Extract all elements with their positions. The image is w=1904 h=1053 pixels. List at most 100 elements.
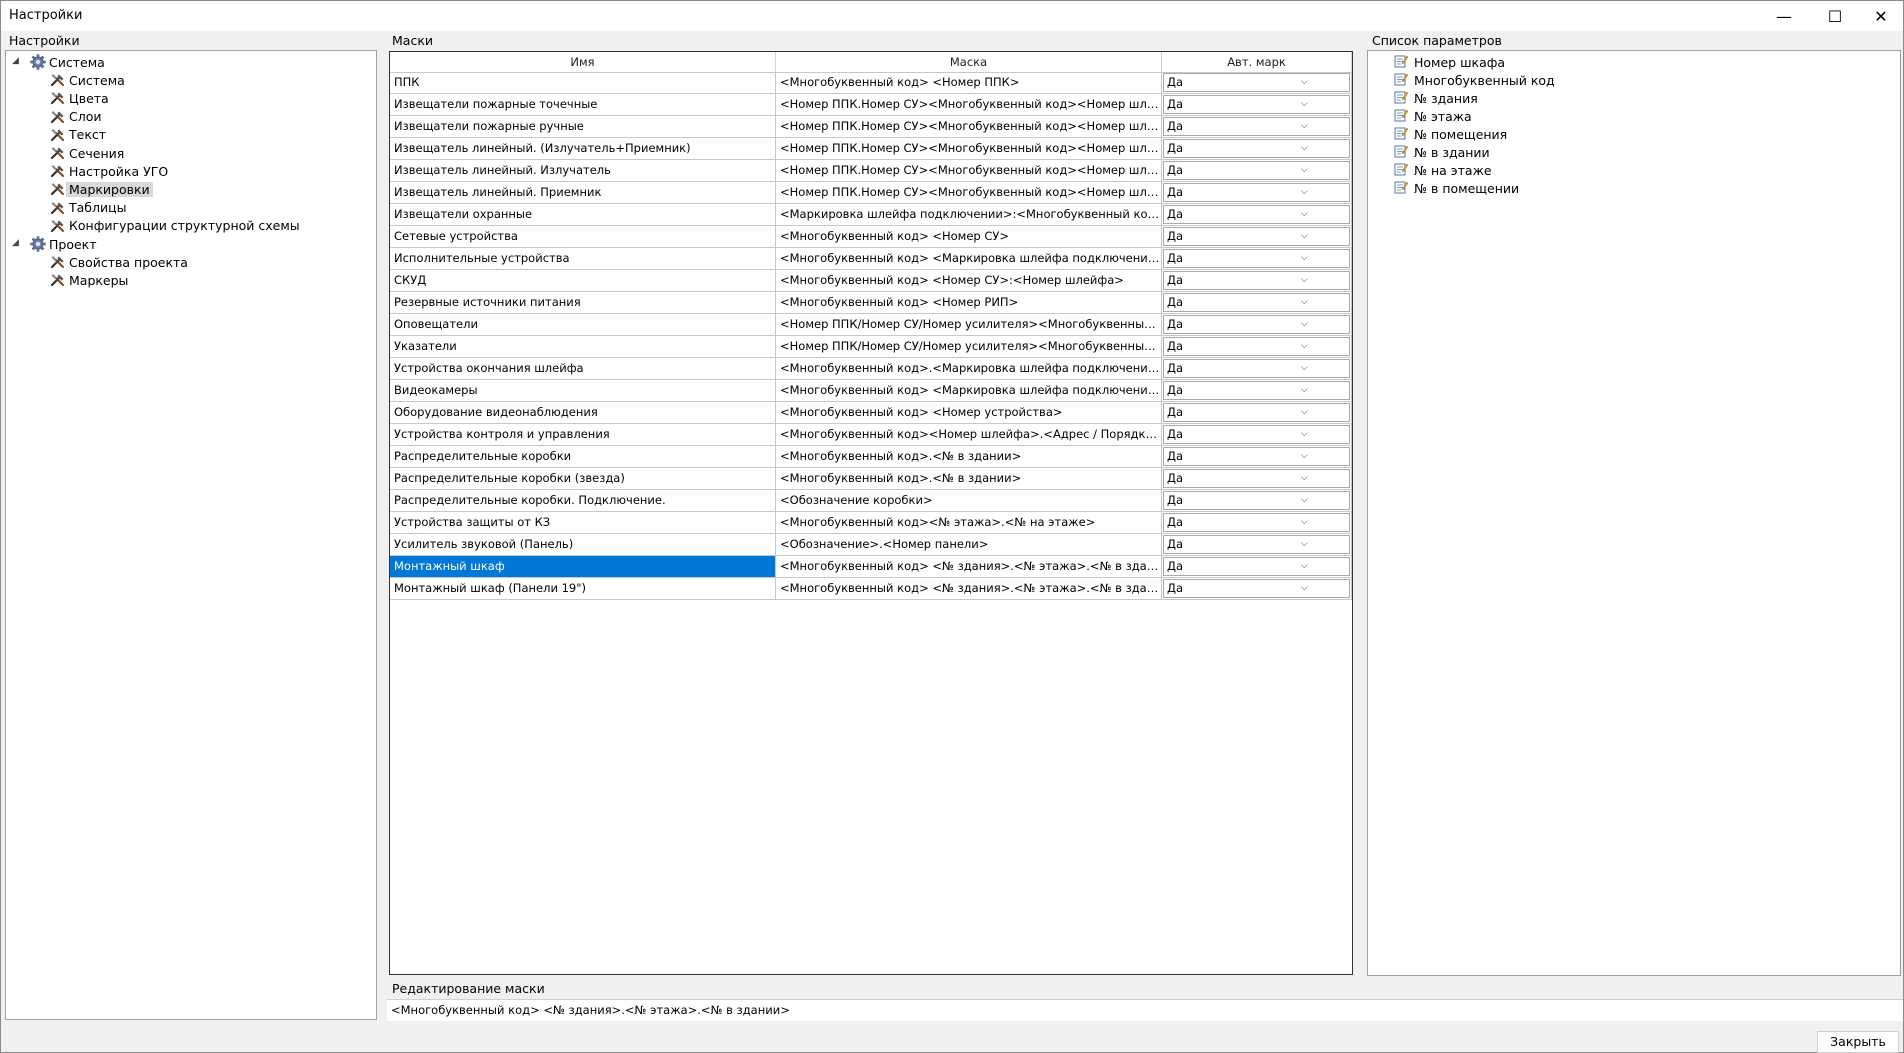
tree-expander-icon[interactable]: ◢	[12, 56, 19, 66]
cell-mask[interactable]: <Обозначение коробки>	[776, 490, 1162, 512]
cell-name[interactable]: Извещатели пожарные ручные	[390, 116, 776, 138]
cell-mask[interactable]: <Номер ППК.Номер СУ><Многобуквенный код>…	[776, 116, 1162, 138]
table-row[interactable]: Извещатель линейный. (Излучатель+Приемни…	[390, 138, 1352, 160]
auto-mark-select[interactable]: Да ⌵	[1163, 117, 1350, 136]
cell-name[interactable]: Устройства окончания шлейфа	[390, 358, 776, 380]
cell-mask[interactable]: <Номер ППК.Номер СУ><Многобуквенный код>…	[776, 94, 1162, 116]
param-item[interactable]: № помещения	[1394, 125, 1507, 143]
cell-name[interactable]: Монтажный шкаф (Панели 19")	[390, 578, 776, 600]
cell-name[interactable]: Извещатель линейный. Приемник	[390, 182, 776, 204]
cell-name[interactable]: Устройства контроля и управления	[390, 424, 776, 446]
cell-mask[interactable]: <Номер ППК.Номер СУ><Многобуквенный код>…	[776, 182, 1162, 204]
table-row[interactable]: Оборудование видеонаблюдения <Многобуквен…	[390, 402, 1352, 424]
column-header-mask[interactable]: Маска	[776, 52, 1162, 72]
auto-mark-select[interactable]: Да ⌵	[1163, 513, 1350, 532]
param-item[interactable]: Многобуквенный код	[1394, 71, 1555, 89]
auto-mark-select[interactable]: Да ⌵	[1163, 315, 1350, 334]
chevron-down-icon[interactable]: ⌵	[1257, 336, 1350, 357]
chevron-down-icon[interactable]: ⌵	[1257, 358, 1350, 379]
table-row[interactable]: Видеокамеры <Многобуквенный код> <Маркиро…	[390, 380, 1352, 402]
cell-name[interactable]: СКУД	[390, 270, 776, 292]
chevron-down-icon[interactable]: ⌵	[1257, 248, 1350, 269]
chevron-down-icon[interactable]: ⌵	[1257, 270, 1350, 291]
chevron-down-icon[interactable]: ⌵	[1257, 424, 1350, 445]
auto-mark-select[interactable]: Да ⌵	[1163, 491, 1350, 510]
cell-name[interactable]: Исполнительные устройства	[390, 248, 776, 270]
table-row[interactable]: СКУД <Многобуквенный код> <Номер СУ>:<Ном…	[390, 270, 1352, 292]
table-row[interactable]: Усилитель звуковой (Панель) <Обозначение>…	[390, 534, 1352, 556]
table-row[interactable]: Извещатели пожарные ручные <Номер ППК.Ном…	[390, 116, 1352, 138]
cell-mask[interactable]: <Маркировка шлейфа подключении>:<Многобу…	[776, 204, 1162, 226]
param-item[interactable]: Номер шкафа	[1394, 53, 1505, 71]
cell-name[interactable]: Извещатели пожарные точечные	[390, 94, 776, 116]
chevron-down-icon[interactable]: ⌵	[1257, 72, 1350, 93]
cell-name[interactable]: Усилитель звуковой (Панель)	[390, 534, 776, 556]
auto-mark-select[interactable]: Да ⌵	[1163, 535, 1350, 554]
auto-mark-select[interactable]: Да ⌵	[1163, 447, 1350, 466]
chevron-down-icon[interactable]: ⌵	[1257, 380, 1350, 401]
cell-mask[interactable]: <Многобуквенный код> <Номер СУ>	[776, 226, 1162, 248]
chevron-down-icon[interactable]: ⌵	[1257, 182, 1350, 203]
cell-name[interactable]: Извещатели охранные	[390, 204, 776, 226]
chevron-down-icon[interactable]: ⌵	[1257, 534, 1350, 555]
table-row[interactable]: Исполнительные устройства <Многобуквенный…	[390, 248, 1352, 270]
chevron-down-icon[interactable]: ⌵	[1257, 402, 1350, 423]
cell-mask[interactable]: <Номер ППК/Номер СУ/Номер усилителя><Мно…	[776, 314, 1162, 336]
table-row[interactable]: Устройства контроля и управления <Многобу…	[390, 424, 1352, 446]
maximize-button[interactable]: ☐	[1812, 1, 1858, 31]
auto-mark-select[interactable]: Да ⌵	[1163, 381, 1350, 400]
tree-item[interactable]: Цвета	[50, 89, 112, 107]
table-row[interactable]: Извещатели охранные <Маркировка шлейфа по…	[390, 204, 1352, 226]
table-row[interactable]: Оповещатели <Номер ППК/Номер СУ/Номер уси…	[390, 314, 1352, 336]
table-row[interactable]: Распределительные коробки <Многобуквенный…	[390, 446, 1352, 468]
tree-item[interactable]: Проект	[30, 235, 100, 253]
auto-mark-select[interactable]: Да ⌵	[1163, 95, 1350, 114]
table-row[interactable]: Монтажный шкаф (Панели 19") <Многобуквенн…	[390, 578, 1352, 600]
chevron-down-icon[interactable]: ⌵	[1257, 94, 1350, 115]
table-row[interactable]: Устройства окончания шлейфа <Многобуквенн…	[390, 358, 1352, 380]
cell-mask[interactable]: <Многобуквенный код> <Номер устройства>	[776, 402, 1162, 424]
tree-item[interactable]: Таблицы	[50, 199, 130, 217]
chevron-down-icon[interactable]: ⌵	[1257, 226, 1350, 247]
chevron-down-icon[interactable]: ⌵	[1257, 468, 1350, 489]
cell-mask[interactable]: <Номер ППК.Номер СУ><Многобуквенный код>…	[776, 138, 1162, 160]
edit-mask-input[interactable]: <Многобуквенный код> <№ здания>.<№ этажа…	[387, 999, 1903, 1021]
table-row[interactable]: Извещатели пожарные точечные <Номер ППК.Н…	[390, 94, 1352, 116]
chevron-down-icon[interactable]: ⌵	[1257, 512, 1350, 533]
table-row[interactable]: Резервные источники питания <Многобуквенн…	[390, 292, 1352, 314]
table-row[interactable]: Распределительные коробки (звезда) <Много…	[390, 468, 1352, 490]
auto-mark-select[interactable]: Да ⌵	[1163, 271, 1350, 290]
auto-mark-select[interactable]: Да ⌵	[1163, 139, 1350, 158]
table-row[interactable]: Сетевые устройства <Многобуквенный код> <…	[390, 226, 1352, 248]
cell-mask[interactable]: <Многобуквенный код> <№ здания>.<№ этажа…	[776, 578, 1162, 600]
tree-item[interactable]: Настройка УГО	[50, 162, 171, 180]
auto-mark-select[interactable]: Да ⌵	[1163, 183, 1350, 202]
chevron-down-icon[interactable]: ⌵	[1257, 160, 1350, 181]
cell-name[interactable]: Устройства защиты от КЗ	[390, 512, 776, 534]
cell-mask[interactable]: <Номер ППК/Номер СУ/Номер усилителя><Мно…	[776, 336, 1162, 358]
cell-name[interactable]: Извещатель линейный. Излучатель	[390, 160, 776, 182]
auto-mark-select[interactable]: Да ⌵	[1163, 469, 1350, 488]
cell-mask[interactable]: <Обозначение>.<Номер панели>	[776, 534, 1162, 556]
auto-mark-select[interactable]: Да ⌵	[1163, 161, 1350, 180]
table-row[interactable]: Монтажный шкаф <Многобуквенный код> <№ зд…	[390, 556, 1352, 578]
cell-mask[interactable]: <Многобуквенный код>.<№ в здании>	[776, 446, 1162, 468]
tree-item[interactable]: Слои	[50, 108, 105, 126]
close-button[interactable]: Закрыть	[1817, 1031, 1899, 1053]
cell-mask[interactable]: <Многобуквенный код> <Номер СУ>:<Номер ш…	[776, 270, 1162, 292]
auto-mark-select[interactable]: Да ⌵	[1163, 73, 1350, 92]
cell-mask[interactable]: <Многобуквенный код><№ этажа>.<№ на этаж…	[776, 512, 1162, 534]
auto-mark-select[interactable]: Да ⌵	[1163, 337, 1350, 356]
cell-mask[interactable]: <Многобуквенный код> <Номер ППК>	[776, 72, 1162, 94]
chevron-down-icon[interactable]: ⌵	[1257, 490, 1350, 511]
tree-item[interactable]: Маркировки	[50, 180, 153, 198]
auto-mark-select[interactable]: Да ⌵	[1163, 359, 1350, 378]
tree-item[interactable]: Текст	[50, 126, 109, 144]
chevron-down-icon[interactable]: ⌵	[1257, 292, 1350, 313]
tree-item[interactable]: Свойства проекта	[50, 253, 191, 271]
cell-name[interactable]: Сетевые устройства	[390, 226, 776, 248]
cell-mask[interactable]: <Многобуквенный код> <Маркировка шлейфа …	[776, 248, 1162, 270]
auto-mark-select[interactable]: Да ⌵	[1163, 205, 1350, 224]
chevron-down-icon[interactable]: ⌵	[1257, 314, 1350, 335]
tree-item[interactable]: Конфигурации структурной схемы	[50, 217, 303, 235]
